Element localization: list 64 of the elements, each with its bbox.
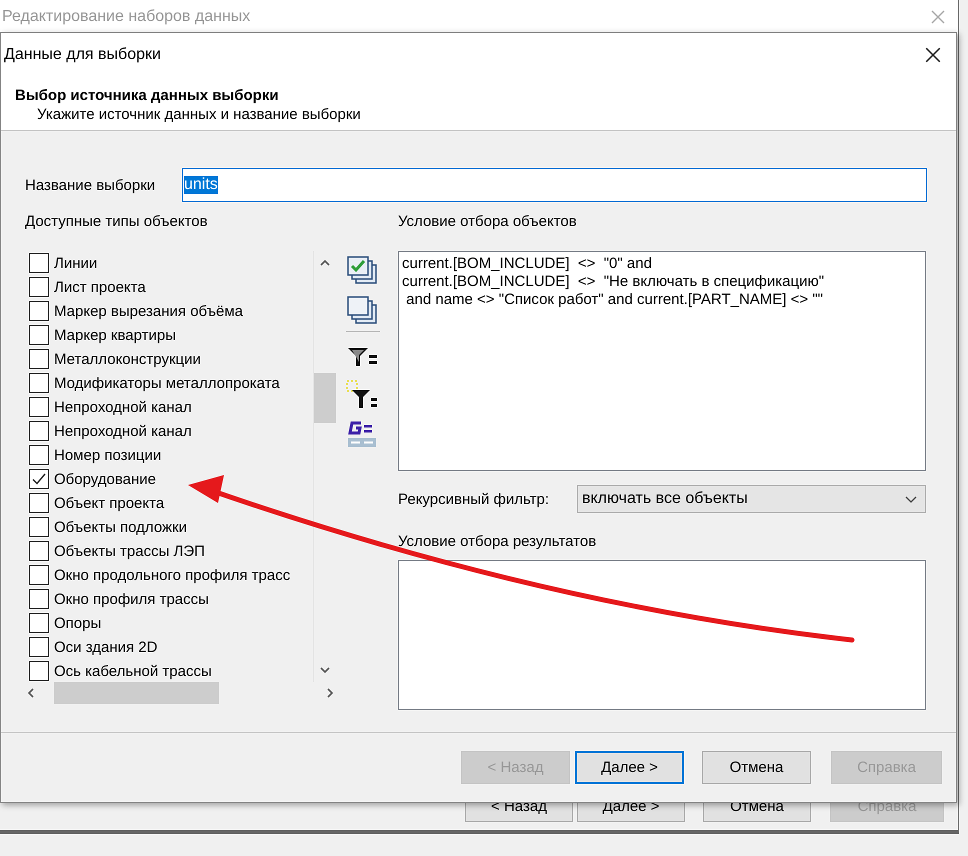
window-title: Данные для выборки: [4, 46, 161, 64]
checkbox[interactable]: [29, 493, 49, 513]
condition-text-line: current.[BOM_INCLUDE] <> "0" and: [402, 255, 653, 273]
scrollbar-thumb[interactable]: [54, 682, 219, 704]
list-item-label[interactable]: Металлоконструкции: [54, 350, 201, 368]
checkbox[interactable]: [29, 637, 49, 657]
header-subtitle: Укажите источник данных и название выборки: [37, 106, 362, 123]
checkbox[interactable]: [29, 565, 49, 585]
checkbox[interactable]: [29, 613, 49, 633]
stacked-boxes-icon[interactable]: [346, 295, 378, 325]
list-item-label[interactable]: Непроходной канал: [54, 398, 192, 416]
horizontal-scrollbar[interactable]: [25, 682, 336, 704]
section-label: Доступные типы объектов: [25, 212, 209, 232]
checkbox[interactable]: [29, 541, 49, 561]
checkbox[interactable]: [29, 445, 49, 465]
result-condition-text-area[interactable]: [398, 560, 926, 710]
field-label: Рекурсивный фильтр:: [398, 490, 550, 508]
formula-fields-icon[interactable]: [346, 420, 378, 450]
list-item-label[interactable]: Маркер квартиры: [54, 326, 176, 344]
checkbox[interactable]: [29, 253, 49, 273]
dialog-button[interactable]: Далее >: [575, 751, 684, 784]
checkbox[interactable]: [29, 349, 49, 369]
list-item-label[interactable]: Объекты подложки: [54, 518, 187, 536]
condition-text-line: and name <> "Список работ" and current.[PART_NAME] <> "": [405, 291, 824, 309]
checkbox[interactable]: [29, 517, 49, 537]
list-item-label[interactable]: Окно профиля трассы: [54, 590, 209, 608]
close-icon[interactable]: [924, 46, 942, 64]
list-item-label[interactable]: Оборудование: [54, 470, 156, 488]
recursive-filter-dropdown[interactable]: включать все объекты: [577, 485, 926, 513]
section-label: Условие отбора объектов: [398, 212, 578, 232]
checkbox[interactable]: [29, 373, 49, 393]
checkbox[interactable]: [29, 301, 49, 321]
check-mark-icon: [31, 471, 47, 487]
list-item-label[interactable]: Линии: [54, 254, 98, 272]
window-title: Редактирование наборов данных: [2, 8, 250, 26]
condition-text-area[interactable]: current.[BOM_INCLUDE] <> "0" and current.[BOM_INCLUDE] <> "Не включать в спецификацию" and name <> "Список работ" and current.[PART_NAME] <> "": [398, 251, 926, 471]
checkbox[interactable]: [29, 277, 49, 297]
scrollbar-thumb[interactable]: [314, 373, 336, 423]
list-item-label[interactable]: Объект проекта: [54, 494, 164, 512]
list-item-label[interactable]: Объекты трассы ЛЭП: [54, 542, 205, 560]
checkbox[interactable]: [29, 469, 49, 489]
header-title: Выбор источника данных выборки: [15, 87, 280, 104]
grid-filter-icon[interactable]: [346, 380, 378, 410]
list-item-label[interactable]: Лист проекта: [54, 278, 146, 296]
list-item-label[interactable]: Оси здания 2D: [54, 638, 158, 656]
checkbox[interactable]: [29, 421, 49, 441]
checkbox[interactable]: [29, 589, 49, 609]
field-value: units: [184, 176, 218, 194]
list-item-label[interactable]: Непроходной канал: [54, 422, 192, 440]
condition-text-line: current.[BOM_INCLUDE] <> "Не включать в спецификацию": [402, 273, 826, 291]
section-label: Условие отбора результатов: [398, 532, 598, 552]
name-input-field[interactable]: units: [182, 168, 927, 202]
list-item-label[interactable]: Маркер вырезания объёма: [54, 302, 244, 320]
list-item-label[interactable]: Ось кабельной трассы: [54, 662, 212, 680]
checkbox[interactable]: [29, 325, 49, 345]
list-item-label[interactable]: Опоры: [54, 614, 102, 632]
list-item-label[interactable]: Окно продольного профиля трасс: [54, 566, 290, 584]
dialog-button[interactable]: Отмена: [702, 751, 811, 784]
stacked-checkboxes-icon[interactable]: [346, 255, 378, 285]
checkbox[interactable]: [29, 397, 49, 417]
list-item-label[interactable]: Модификаторы металлопроката: [54, 374, 280, 392]
checkbox[interactable]: [29, 661, 49, 681]
list-item-label[interactable]: Номер позиции: [54, 446, 162, 464]
field-label: Название выборки: [25, 176, 156, 194]
